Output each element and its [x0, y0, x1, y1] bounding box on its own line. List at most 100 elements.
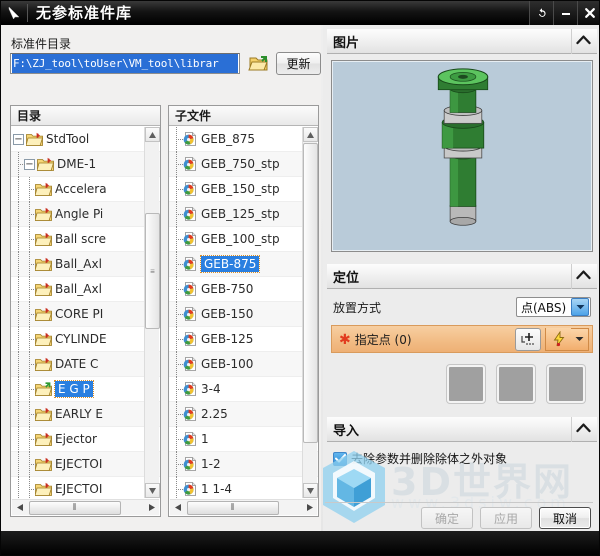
- tree-hscroll-right-arrow[interactable]: [144, 501, 159, 515]
- file-item[interactable]: 1: [169, 426, 318, 452]
- catalog-path-input[interactable]: F:\ZJ_tool\toUser\VM_tool\librar: [10, 53, 240, 74]
- tree-item-label: EJECTOI: [55, 482, 103, 496]
- tree-scroll-down-arrow[interactable]: [145, 483, 160, 498]
- tree-hscroll-track[interactable]: ⦀: [27, 500, 144, 515]
- aux-button-1[interactable]: [447, 365, 485, 403]
- tree-item-cylinde[interactable]: CYLINDE: [11, 326, 160, 352]
- file-item[interactable]: 3-4: [169, 376, 318, 402]
- chevron-down-icon[interactable]: [571, 327, 589, 351]
- tree-hscroll-left-arrow[interactable]: [12, 501, 27, 515]
- directory-tree-body[interactable]: − StdTool − DME-1 Accelera Angle Pi Ball scre B…: [11, 127, 160, 498]
- tree-item-stdtool[interactable]: − StdTool: [11, 127, 160, 152]
- subfile-hscrollbar[interactable]: ⦀: [170, 499, 317, 515]
- lightning-icon[interactable]: [545, 327, 571, 351]
- files-hscroll-track[interactable]: ⦀: [185, 500, 302, 515]
- aux-button-3[interactable]: [547, 365, 585, 403]
- file-item[interactable]: GEB-100: [169, 351, 318, 377]
- tree-scroll-thumb[interactable]: ≡: [145, 213, 160, 329]
- picture-header-divider: [571, 28, 572, 54]
- remove-params-checkbox-row[interactable]: 去除参数并删除除体之外对象: [333, 450, 591, 467]
- right-pane: 图片 定位 放置方式 点(ABS) ✱ 指定点 (0) 导入 去除参数并删除除体…: [323, 25, 599, 533]
- window-title: 无参标准件库: [36, 4, 133, 22]
- file-item-label: GEB-875: [199, 255, 261, 273]
- tree-item-dme-1[interactable]: − DME-1: [11, 151, 160, 177]
- subfile-list-body[interactable]: GEB_875 GEB_750_stp GEB_150_stp GEB_125_stp…: [169, 127, 318, 498]
- tree-item-angle-pi[interactable]: Angle Pi: [11, 201, 160, 227]
- position-header-divider: [571, 263, 572, 289]
- file-item[interactable]: GEB_125_stp: [169, 201, 318, 227]
- tree-item-ejector[interactable]: Ejector: [11, 426, 160, 452]
- tree-item-date-c[interactable]: DATE C: [11, 351, 160, 377]
- aux-button-2[interactable]: [497, 365, 535, 403]
- ok-button[interactable]: 确定: [421, 507, 473, 529]
- file-item-label: 1 1-4: [201, 482, 233, 496]
- tree-expander[interactable]: −: [24, 158, 35, 170]
- update-button[interactable]: 更新: [276, 52, 321, 75]
- tree-item-ball-scre[interactable]: Ball scre: [11, 226, 160, 252]
- files-hscroll-right-arrow[interactable]: [302, 501, 317, 515]
- tree-hscroll-thumb[interactable]: ⦀: [29, 500, 121, 515]
- files-scroll-thumb[interactable]: [303, 143, 318, 443]
- tree-guide-line: [13, 276, 24, 302]
- tree-item-ball-axl[interactable]: Ball_Axl: [11, 276, 160, 302]
- placement-row: 放置方式 点(ABS): [333, 297, 591, 317]
- file-item[interactable]: GEB-125: [169, 326, 318, 352]
- file-item[interactable]: GEB_875: [169, 127, 318, 152]
- tree-expander[interactable]: −: [13, 133, 24, 145]
- import-collapse-icon[interactable]: [576, 422, 591, 437]
- browse-folder-button[interactable]: [247, 52, 271, 75]
- tree-guide-line: [24, 201, 36, 227]
- close-button[interactable]: [577, 1, 599, 25]
- apply-button[interactable]: 应用: [480, 507, 532, 529]
- tree-item-e-g-p[interactable]: E G P: [11, 376, 160, 402]
- file-item[interactable]: GEB-875: [169, 251, 318, 277]
- tree-scroll-up-arrow[interactable]: [145, 127, 160, 142]
- tree-guide-line: [24, 276, 36, 302]
- file-item-label: GEB_100_stp: [201, 232, 280, 246]
- file-item[interactable]: 1 1-4: [169, 476, 318, 498]
- file-item[interactable]: GEB_750_stp: [169, 151, 318, 177]
- tree-guide-line: [171, 451, 183, 477]
- file-item[interactable]: 2.25: [169, 401, 318, 427]
- tree-item-ball-axl[interactable]: Ball_Axl: [11, 251, 160, 277]
- directory-tree-vscrollbar[interactable]: ≡: [144, 127, 160, 498]
- files-hscroll-left-arrow[interactable]: [170, 501, 185, 515]
- tree-guide-line: [171, 326, 183, 352]
- picture-section-header[interactable]: 图片: [327, 28, 597, 54]
- point-pick-icon[interactable]: [515, 327, 541, 351]
- subfile-vscrollbar[interactable]: [302, 127, 318, 498]
- picture-collapse-icon[interactable]: [576, 34, 591, 49]
- specify-point-label: 指定点 (0): [354, 332, 412, 347]
- specify-point-row[interactable]: ✱ 指定点 (0): [331, 325, 593, 353]
- file-item[interactable]: GEB-750: [169, 276, 318, 302]
- tree-guide-line: [24, 326, 36, 352]
- tree-guide-line: [13, 476, 24, 498]
- file-item[interactable]: GEB-150: [169, 301, 318, 327]
- placement-method-select[interactable]: 点(ABS): [516, 297, 591, 317]
- files-hscroll-thumb[interactable]: ⦀: [187, 500, 279, 515]
- part-preview: [331, 60, 593, 252]
- tree-guide-line: [24, 476, 36, 498]
- files-scroll-down-arrow[interactable]: [303, 483, 318, 498]
- lightning-split-button[interactable]: [545, 327, 589, 351]
- position-collapse-icon[interactable]: [576, 269, 591, 284]
- restore-button[interactable]: [529, 1, 553, 25]
- tree-item-ejectoi[interactable]: EJECTOI: [11, 451, 160, 477]
- minimize-button[interactable]: [553, 1, 577, 25]
- file-item[interactable]: 1-2: [169, 451, 318, 477]
- tree-item-early-e[interactable]: EARLY E: [11, 401, 160, 427]
- file-item-label: GEB_875: [201, 132, 256, 146]
- file-item[interactable]: GEB_100_stp: [169, 226, 318, 252]
- tree-item-ejectoi[interactable]: EJECTOI: [11, 476, 160, 498]
- tree-item-accelera[interactable]: Accelera: [11, 176, 160, 202]
- position-section-header[interactable]: 定位: [327, 263, 597, 289]
- files-scroll-up-arrow[interactable]: [303, 127, 318, 142]
- chevron-down-icon[interactable]: [571, 298, 589, 316]
- remove-params-checkbox[interactable]: [333, 451, 347, 466]
- file-item-label: 2.25: [201, 407, 228, 421]
- cancel-button[interactable]: 取消: [539, 507, 591, 529]
- import-section-header[interactable]: 导入: [327, 416, 597, 442]
- directory-tree-hscrollbar[interactable]: ⦀: [12, 499, 159, 515]
- file-item[interactable]: GEB_150_stp: [169, 176, 318, 202]
- tree-item-core-pi[interactable]: CORE PI: [11, 301, 160, 327]
